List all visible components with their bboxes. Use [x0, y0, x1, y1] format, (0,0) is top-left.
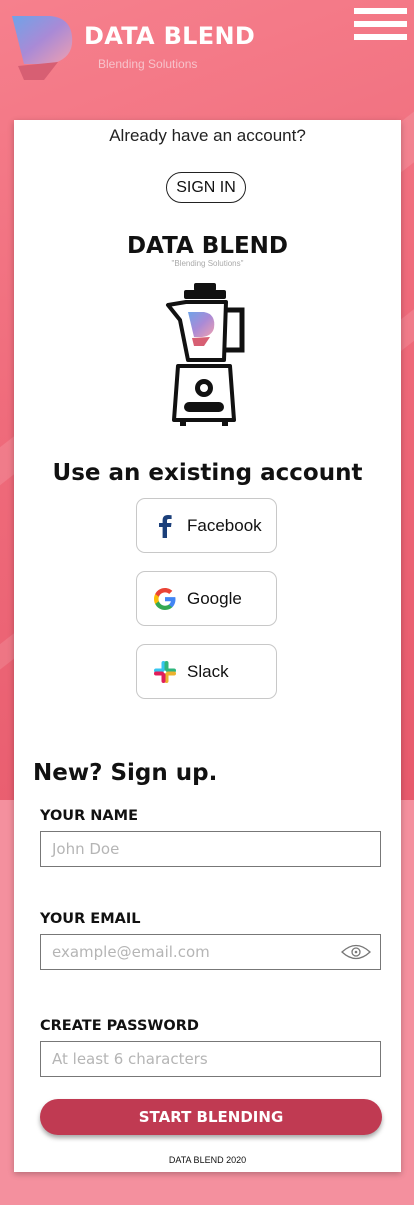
password-placeholder: At least 6 characters: [52, 1050, 208, 1068]
password-input[interactable]: At least 6 characters: [40, 1041, 381, 1077]
google-label: Google: [187, 588, 242, 608]
hamburger-menu-icon[interactable]: [354, 8, 407, 44]
brand-tagline: Blending Solutions: [98, 57, 198, 71]
facebook-label: Facebook: [187, 515, 262, 535]
existing-account-title: Use an existing account: [52, 460, 363, 486]
sign-in-button[interactable]: SIGN IN: [166, 172, 246, 203]
logo-subtitle: "Blending Solutions": [171, 259, 244, 268]
slack-login-button[interactable]: Slack: [136, 644, 277, 699]
email-placeholder: example@email.com: [52, 943, 210, 961]
brand-logo-icon[interactable]: [10, 14, 74, 80]
google-icon: [153, 587, 177, 611]
signup-card: Already have an account? SIGN IN DATA BL…: [14, 120, 401, 1172]
name-input[interactable]: John Doe: [40, 831, 381, 867]
email-input[interactable]: example@email.com: [40, 934, 381, 970]
slack-icon: [153, 660, 177, 684]
eye-icon[interactable]: [341, 943, 371, 961]
name-placeholder: John Doe: [52, 840, 120, 858]
email-label: YOUR EMAIL: [40, 911, 141, 927]
brand-title: DATA BLEND: [84, 22, 256, 50]
google-login-button[interactable]: Google: [136, 571, 277, 626]
facebook-icon: [153, 514, 177, 538]
start-blending-button[interactable]: START BLENDING: [40, 1099, 382, 1135]
logo-title: DATA BLEND: [126, 233, 289, 259]
password-label: CREATE PASSWORD: [40, 1018, 199, 1034]
signup-title: New? Sign up.: [33, 760, 218, 786]
slack-label: Slack: [187, 661, 229, 681]
footer-text: DATA BLEND 2020: [168, 1155, 247, 1165]
name-label: YOUR NAME: [40, 808, 138, 824]
facebook-login-button[interactable]: Facebook: [136, 498, 277, 553]
blender-illustration-icon: [164, 280, 249, 430]
have-account-text: Already have an account?: [109, 126, 306, 145]
